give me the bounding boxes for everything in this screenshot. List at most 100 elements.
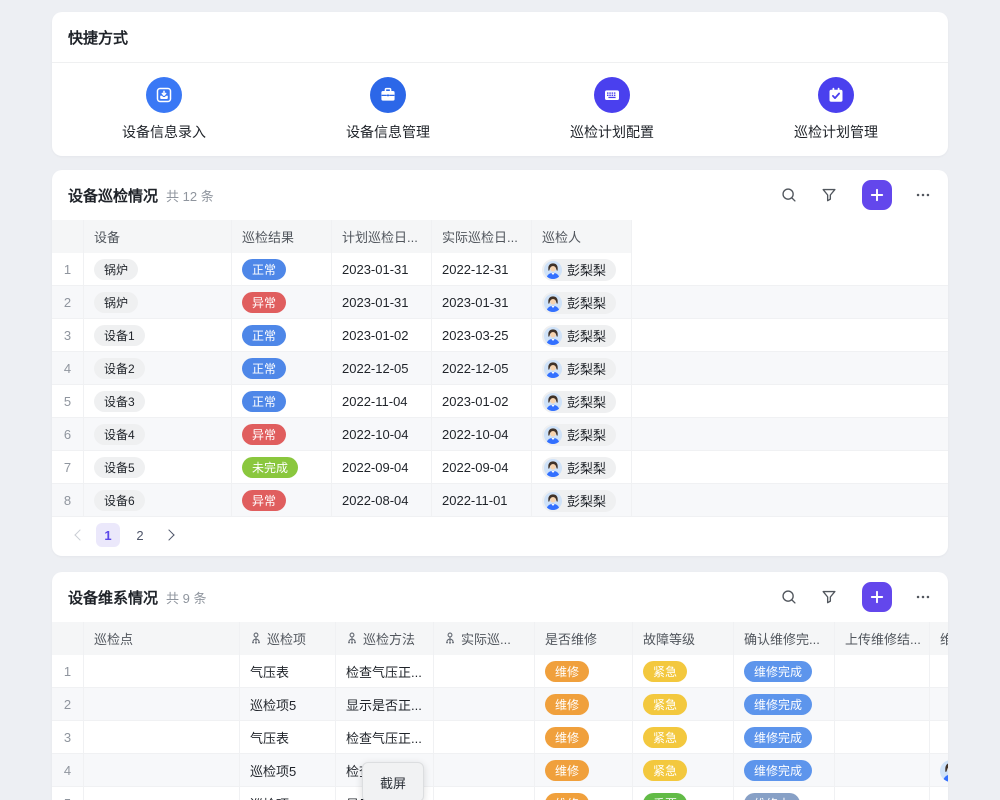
inspector-cell: 彭梨梨 (532, 418, 632, 451)
confirm-cell: 维修完成 (734, 754, 835, 787)
table-row[interactable]: 1锅炉正常2023-01-312022-12-31彭梨梨 (52, 253, 948, 286)
column-header[interactable]: 设备 (84, 220, 232, 253)
fault-level-cell: 紧急 (633, 721, 734, 754)
shortcut-plan-config[interactable]: 巡检计划配置 (500, 77, 724, 142)
fault-level-cell: 重要 (633, 787, 734, 800)
planned-date-cell: 2023-01-31 (332, 286, 432, 319)
table-row[interactable]: 3气压表检查气压正...维修紧急维修完成 (52, 721, 948, 754)
actual-date-cell: 2023-01-31 (432, 286, 532, 319)
row-index: 4 (52, 352, 84, 385)
shortcuts-title: 快捷方式 (68, 27, 128, 48)
upload-cell (835, 787, 930, 800)
table-row[interactable]: 3设备1正常2023-01-022023-03-25彭梨梨 (52, 319, 948, 352)
device-entry-icon (146, 77, 182, 113)
column-header[interactable]: 故障等级 (633, 622, 734, 655)
more-icon[interactable] (914, 588, 932, 606)
planned-date-cell: 2022-12-05 (332, 352, 432, 385)
row-index: 8 (52, 484, 84, 517)
column-header[interactable]: 确认维修完... (734, 622, 835, 655)
maintenance-card-header: 设备维系情况 共 9 条 (52, 572, 948, 622)
planned-date-cell: 2022-11-04 (332, 385, 432, 418)
confirm-cell: 维修完成 (734, 721, 835, 754)
add-record-button[interactable] (862, 180, 892, 210)
table-row[interactable]: 2巡检项5显示是否正...维修紧急维修完成 (52, 688, 948, 721)
inspector-cell: 彭梨梨 (532, 253, 632, 286)
filler-cell (632, 319, 948, 352)
table-row[interactable]: 5设备3正常2022-11-042023-01-02彭梨梨 (52, 385, 948, 418)
actual-date-cell: 2022-09-04 (432, 451, 532, 484)
person-chip: 彭梨梨 (542, 259, 616, 281)
column-header-label: 实际巡... (461, 629, 511, 648)
column-header-index (52, 622, 84, 655)
row-index: 1 (52, 253, 84, 286)
table-row[interactable]: 5巡检项5显示是否正...维修重要维修中 (52, 787, 948, 800)
prev-page-button[interactable] (68, 525, 88, 545)
table-row[interactable]: 4设备2正常2022-12-052022-12-05彭梨梨 (52, 352, 948, 385)
more-icon[interactable] (914, 186, 932, 204)
page-number-1[interactable]: 1 (96, 523, 120, 547)
person-name: 彭梨梨 (567, 491, 606, 510)
row-index: 3 (52, 721, 84, 754)
search-icon[interactable] (780, 186, 798, 204)
avatar (544, 261, 562, 279)
column-header[interactable]: 巡检方法 (336, 622, 434, 655)
filler-cell (632, 352, 948, 385)
column-header[interactable]: 巡检人 (532, 220, 632, 253)
repair-badge: 维修 (545, 694, 589, 715)
repair-badge: 维修 (545, 760, 589, 781)
shortcut-device-manage[interactable]: 设备信息管理 (276, 77, 500, 142)
avatar (544, 426, 562, 444)
confirm-cell: 维修完成 (734, 688, 835, 721)
person-chip: 彭梨梨 (542, 325, 616, 347)
keyboard-icon (594, 77, 630, 113)
person-name: 彭梨梨 (567, 260, 606, 279)
column-header-label: 确认维修完... (744, 629, 820, 648)
table-row[interactable]: 8设备6异常2022-08-042022-11-01彭梨梨 (52, 484, 948, 517)
avatar (544, 294, 562, 312)
shortcut-device-entry[interactable]: 设备信息录入 (52, 77, 276, 142)
fault-level-badge: 紧急 (643, 694, 687, 715)
planned-date-cell: 2022-09-04 (332, 451, 432, 484)
column-header[interactable]: 是否维修 (535, 622, 633, 655)
column-header[interactable]: 上传维修结... (835, 622, 930, 655)
column-header[interactable]: 巡检结果 (232, 220, 332, 253)
device-tag: 设备4 (94, 424, 145, 445)
device-tag: 设备1 (94, 325, 145, 346)
filter-icon[interactable] (820, 588, 838, 606)
page-number-2[interactable]: 2 (128, 523, 152, 547)
column-header[interactable]: 巡检项 (240, 622, 336, 655)
device-tag: 锅炉 (94, 292, 138, 313)
fault-level-cell: 紧急 (633, 754, 734, 787)
shortcut-label: 设备信息录入 (122, 122, 206, 142)
filler-cell (632, 451, 948, 484)
table-row[interactable]: 4巡检项5检查是否泄...维修紧急维修完成 (52, 754, 948, 787)
pagination: 12 (52, 517, 948, 553)
actual-cell (434, 688, 535, 721)
inspection-count: 共 12 条 (166, 186, 214, 205)
column-header[interactable]: 维... (930, 622, 948, 655)
column-header[interactable]: 计划巡检日... (332, 220, 432, 253)
table-row[interactable]: 6设备4异常2022-10-042022-10-04彭梨梨 (52, 418, 948, 451)
result-cell: 异常 (232, 286, 332, 319)
fault-level-cell: 紧急 (633, 655, 734, 688)
search-icon[interactable] (780, 588, 798, 606)
column-header-label: 故障等级 (643, 629, 695, 648)
device-tag: 设备5 (94, 457, 145, 478)
shortcut-list: 设备信息录入 设备信息管理巡检计划配置巡检计划管理 (52, 63, 948, 156)
table-row[interactable]: 1气压表检查气压正...维修紧急维修完成 (52, 655, 948, 688)
column-header[interactable]: 实际巡... (434, 622, 535, 655)
filter-icon[interactable] (820, 186, 838, 204)
table-row[interactable]: 2锅炉异常2023-01-312023-01-31彭梨梨 (52, 286, 948, 319)
person-chip: 彭梨梨 (542, 424, 616, 446)
add-record-button[interactable] (862, 582, 892, 612)
lookup-field-icon (346, 632, 358, 645)
repair-cell: 维修 (535, 754, 633, 787)
next-page-button[interactable] (160, 525, 180, 545)
shortcut-plan-manage[interactable]: 巡检计划管理 (724, 77, 948, 142)
column-header[interactable]: 巡检点 (84, 622, 240, 655)
actual-date-cell: 2022-11-01 (432, 484, 532, 517)
column-header-filler (632, 220, 948, 253)
column-header[interactable]: 实际巡检日... (432, 220, 532, 253)
actual-date-cell: 2023-01-02 (432, 385, 532, 418)
table-row[interactable]: 7设备5未完成2022-09-042022-09-04彭梨梨 (52, 451, 948, 484)
